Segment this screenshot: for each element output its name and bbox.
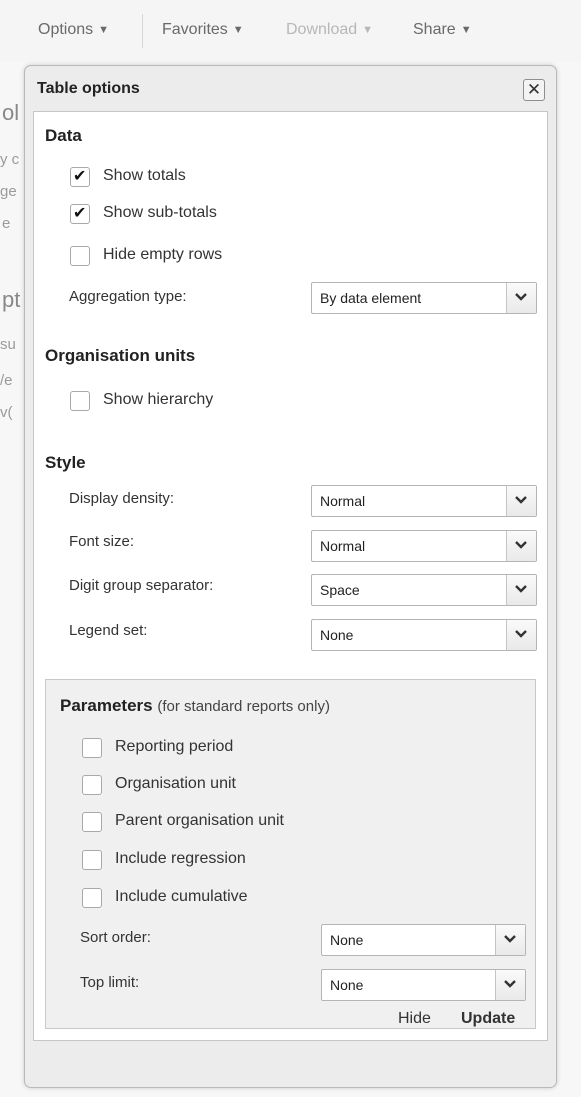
background-text: ge bbox=[0, 183, 17, 200]
include-cumulative-checkbox[interactable] bbox=[82, 888, 102, 908]
show-hierarchy-checkbox[interactable] bbox=[70, 391, 90, 411]
top-limit-select[interactable]: None bbox=[321, 969, 526, 1001]
parent-organisation-unit-label: Parent organisation unit bbox=[115, 812, 284, 829]
chevron-down-icon[interactable] bbox=[506, 575, 536, 605]
chevron-down-icon[interactable] bbox=[506, 486, 536, 516]
hide-empty-rows-label: Hide empty rows bbox=[103, 246, 223, 263]
include-regression-checkbox-row[interactable]: Include regression bbox=[82, 849, 382, 875]
share-menu-label: Share bbox=[413, 21, 456, 38]
favorites-menu-label: Favorites bbox=[162, 21, 228, 38]
chevron-down-icon: ▼ bbox=[460, 24, 472, 36]
font-size-value: Normal bbox=[320, 538, 366, 554]
legend-set-value: None bbox=[320, 627, 354, 643]
table-options-window: Table options ✕ Data Show totals Show su… bbox=[24, 65, 557, 1088]
sort-order-label: Sort order: bbox=[80, 929, 151, 946]
background-text: pt bbox=[2, 287, 21, 312]
window-title: Table options bbox=[37, 80, 140, 97]
legend-set-select[interactable]: None bbox=[311, 619, 537, 651]
toolbar-divider bbox=[142, 14, 143, 48]
update-button[interactable]: Update bbox=[461, 1010, 515, 1028]
show-subtotals-checkbox-row[interactable]: Show sub-totals bbox=[70, 203, 370, 229]
background-text: v( bbox=[0, 404, 13, 421]
background-text: /e bbox=[0, 372, 13, 389]
hide-empty-rows-checkbox-row[interactable]: Hide empty rows bbox=[70, 245, 370, 271]
include-regression-checkbox[interactable] bbox=[82, 850, 102, 870]
reporting-period-checkbox-row[interactable]: Reporting period bbox=[82, 737, 382, 763]
font-size-select[interactable]: Normal bbox=[311, 530, 537, 562]
include-regression-label: Include regression bbox=[115, 850, 246, 867]
sort-order-select[interactable]: None bbox=[321, 924, 526, 956]
reporting-period-label: Reporting period bbox=[115, 738, 234, 755]
download-menu-label: Download bbox=[286, 21, 358, 38]
parameters-note: (for standard reports only) bbox=[157, 698, 330, 715]
digit-group-separator-value: Space bbox=[320, 582, 360, 598]
digit-group-separator-label: Digit group separator: bbox=[69, 577, 214, 594]
style-section-title: Style bbox=[45, 453, 86, 472]
parameters-box: Parameters (for standard reports only) R… bbox=[45, 679, 536, 1029]
hide-button[interactable]: Hide bbox=[398, 1010, 431, 1028]
show-hierarchy-checkbox-row[interactable]: Show hierarchy bbox=[70, 390, 370, 416]
top-limit-label: Top limit: bbox=[80, 974, 140, 991]
chevron-down-icon[interactable] bbox=[495, 970, 525, 1000]
chevron-down-icon: ▼ bbox=[98, 24, 110, 36]
org-units-section-title: Organisation units bbox=[45, 346, 196, 365]
chevron-down-icon[interactable] bbox=[506, 620, 536, 650]
reporting-period-checkbox[interactable] bbox=[82, 738, 102, 758]
show-subtotals-label: Show sub-totals bbox=[103, 204, 217, 221]
show-totals-checkbox-row[interactable]: Show totals bbox=[70, 166, 370, 192]
font-size-label: Font size: bbox=[69, 533, 135, 550]
aggregation-type-label: Aggregation type: bbox=[69, 288, 187, 305]
chevron-down-icon[interactable] bbox=[495, 925, 525, 955]
options-menu-label: Options bbox=[38, 21, 94, 38]
download-menu-button[interactable]: Download ▼ bbox=[286, 21, 373, 39]
share-menu-button[interactable]: Share ▼ bbox=[413, 21, 472, 39]
chevron-down-icon[interactable] bbox=[506, 531, 536, 561]
aggregation-type-select[interactable]: By data element bbox=[311, 282, 537, 314]
background-text: y c bbox=[0, 151, 20, 168]
parameters-title: Parameters (for standard reports only) bbox=[60, 696, 330, 716]
options-menu-button[interactable]: Options ▼ bbox=[38, 21, 109, 39]
digit-group-separator-select[interactable]: Space bbox=[311, 574, 537, 606]
options-panel: Data Show totals Show sub-totals Hide em… bbox=[33, 111, 548, 1041]
chevron-down-icon[interactable] bbox=[506, 283, 536, 313]
background-text: ol bbox=[2, 100, 20, 125]
organisation-unit-checkbox-row[interactable]: Organisation unit bbox=[82, 774, 382, 800]
display-density-select[interactable]: Normal bbox=[311, 485, 537, 517]
aggregation-type-value: By data element bbox=[320, 290, 422, 306]
include-cumulative-checkbox-row[interactable]: Include cumulative bbox=[82, 887, 382, 913]
include-cumulative-label: Include cumulative bbox=[115, 888, 248, 905]
legend-set-label: Legend set: bbox=[69, 622, 148, 639]
favorites-menu-button[interactable]: Favorites ▼ bbox=[162, 21, 244, 39]
sort-order-value: None bbox=[330, 932, 364, 948]
show-hierarchy-label: Show hierarchy bbox=[103, 391, 214, 408]
data-section-title: Data bbox=[45, 126, 82, 145]
top-limit-value: None bbox=[330, 977, 364, 993]
organisation-unit-label: Organisation unit bbox=[115, 775, 236, 792]
hide-empty-rows-checkbox[interactable] bbox=[70, 246, 90, 266]
parent-organisation-unit-checkbox[interactable] bbox=[82, 812, 102, 832]
parameters-heading: Parameters bbox=[60, 696, 153, 715]
background-text: su bbox=[0, 336, 16, 353]
organisation-unit-checkbox[interactable] bbox=[82, 775, 102, 795]
close-icon[interactable]: ✕ bbox=[523, 79, 545, 101]
chevron-down-icon: ▼ bbox=[232, 24, 244, 36]
display-density-label: Display density: bbox=[69, 490, 175, 507]
display-density-value: Normal bbox=[320, 493, 366, 509]
show-subtotals-checkbox[interactable] bbox=[70, 203, 90, 224]
chevron-down-icon: ▼ bbox=[362, 24, 374, 36]
show-totals-checkbox[interactable] bbox=[70, 166, 90, 187]
parent-organisation-unit-checkbox-row[interactable]: Parent organisation unit bbox=[82, 811, 382, 837]
top-toolbar: Options ▼ Favorites ▼ Download ▼ Share ▼ bbox=[0, 0, 581, 62]
show-totals-label: Show totals bbox=[103, 167, 186, 184]
background-text: e bbox=[2, 215, 11, 232]
